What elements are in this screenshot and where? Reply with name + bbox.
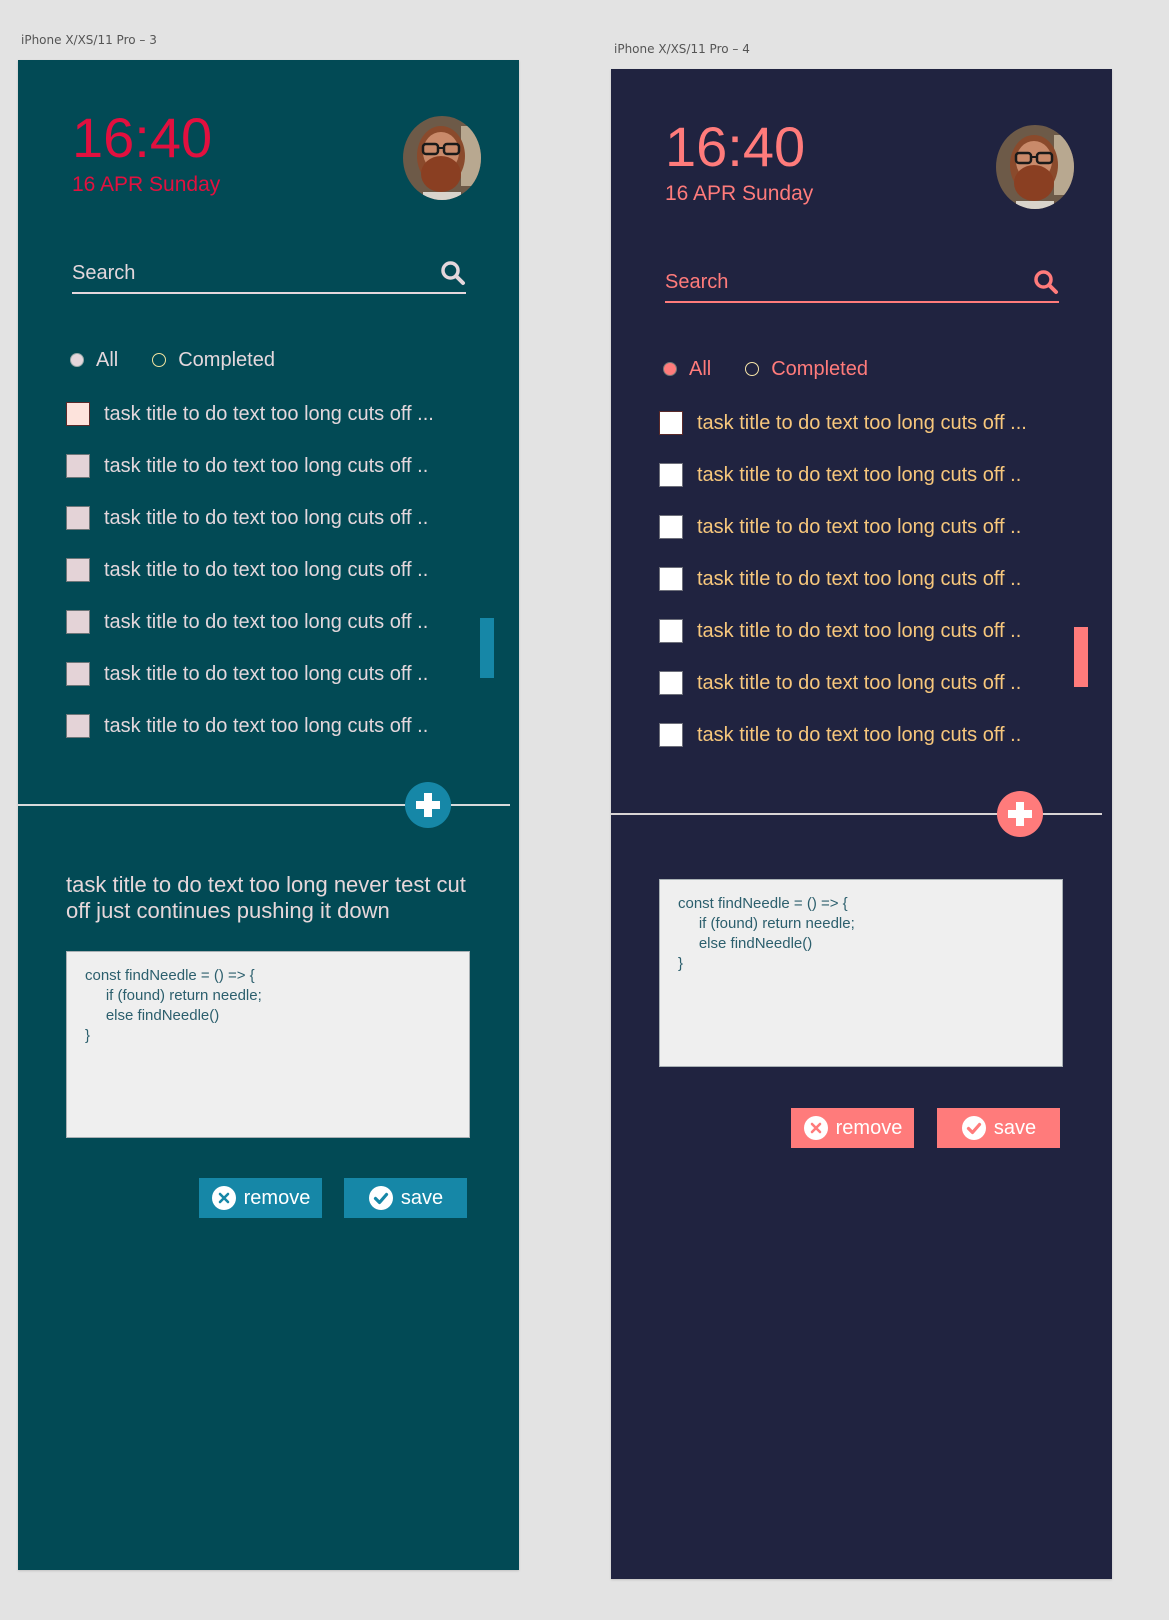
task-title: task title to do text too long cuts off …	[697, 567, 1022, 590]
avatar[interactable]	[403, 116, 481, 200]
task-checkbox[interactable]	[66, 714, 90, 738]
clock-time: 16:40	[665, 115, 806, 178]
filter-completed-label: Completed	[178, 348, 275, 371]
search-input[interactable]	[72, 254, 432, 292]
task-item[interactable]: task title to do text too long cuts off …	[66, 492, 476, 544]
task-title: task title to do text too long cuts off …	[104, 402, 434, 425]
filter-radio-group: All Completed	[70, 347, 309, 373]
task-checkbox[interactable]	[659, 463, 683, 487]
task-item[interactable]: task title to do text too long cuts off …	[659, 657, 1069, 709]
task-title: task title to do text too long cuts off …	[104, 558, 429, 581]
save-check-circle-icon	[368, 1186, 393, 1210]
add-task-button[interactable]	[997, 791, 1043, 837]
search-bar	[72, 254, 466, 294]
save-button[interactable]: save	[937, 1108, 1060, 1148]
task-item[interactable]: task title to do text too long cuts off …	[66, 596, 476, 648]
save-check-circle-icon	[961, 1116, 986, 1140]
avatar-photo-icon	[996, 125, 1074, 209]
filter-all-radio[interactable]: All	[70, 349, 118, 372]
task-title: task title to do text too long cuts off …	[697, 515, 1022, 538]
task-title: task title to do text too long cuts off …	[697, 671, 1022, 694]
task-list: task title to do text too long cuts off …	[659, 397, 1069, 761]
task-title: task title to do text too long cuts off …	[104, 662, 429, 685]
task-item[interactable]: task title to do text too long cuts off …	[66, 544, 476, 596]
task-item[interactable]: task title to do text too long cuts off …	[659, 605, 1069, 657]
task-title: task title to do text too long cuts off …	[697, 463, 1022, 486]
task-title: task title to do text too long cuts off …	[104, 610, 429, 633]
task-title: task title to do text too long cuts off …	[697, 723, 1022, 746]
task-checkbox[interactable]	[659, 411, 683, 435]
filter-radio-group: All Completed	[663, 356, 902, 382]
task-notes-textarea[interactable]: const findNeedle = () => { if (found) re…	[66, 951, 470, 1138]
avatar[interactable]	[996, 125, 1074, 209]
task-detail-title: task title to do text too long never tes…	[66, 872, 466, 923]
search-bar	[665, 263, 1059, 303]
task-checkbox[interactable]	[66, 558, 90, 582]
radio-selected-icon	[70, 353, 84, 367]
remove-button-label: remove	[243, 1186, 311, 1209]
save-button-label: save	[400, 1186, 444, 1209]
task-list-scrollbar[interactable]	[1074, 627, 1088, 687]
task-item[interactable]: task title to do text too long cuts off …	[659, 709, 1069, 761]
search-icon[interactable]	[1033, 269, 1059, 295]
clock-date: 16 APR Sunday	[72, 173, 221, 196]
task-item[interactable]: task title to do text too long cuts off …	[659, 501, 1069, 553]
task-title: task title to do text too long cuts off …	[104, 714, 429, 737]
plus-icon	[1008, 802, 1032, 826]
radio-selected-icon	[663, 362, 677, 376]
filter-completed-label: Completed	[771, 357, 868, 380]
task-checkbox[interactable]	[659, 567, 683, 591]
task-item[interactable]: task title to do text too long cuts off …	[66, 648, 476, 700]
clock-time: 16:40	[72, 106, 213, 169]
task-checkbox[interactable]	[66, 402, 90, 426]
search-underline	[72, 292, 466, 294]
radio-unselected-icon	[152, 353, 167, 367]
task-checkbox[interactable]	[66, 662, 90, 686]
filter-all-label: All	[96, 348, 119, 371]
task-checkbox[interactable]	[659, 723, 683, 747]
save-button-label: save	[993, 1116, 1037, 1139]
search-input[interactable]	[665, 263, 1025, 301]
task-title: task title to do text too long cuts off …	[104, 454, 429, 477]
radio-unselected-icon	[745, 362, 760, 376]
search-underline	[665, 301, 1059, 303]
task-list-scrollbar[interactable]	[480, 618, 494, 678]
filter-all-radio[interactable]: All	[663, 358, 711, 381]
task-checkbox[interactable]	[659, 515, 683, 539]
filter-completed-radio[interactable]: Completed	[745, 358, 868, 381]
task-title: task title to do text too long cuts off …	[697, 411, 1027, 434]
task-checkbox[interactable]	[66, 454, 90, 478]
task-list: task title to do text too long cuts off …	[66, 388, 476, 752]
task-notes-textarea[interactable]: const findNeedle = () => { if (found) re…	[659, 879, 1063, 1067]
task-title: task title to do text too long cuts off …	[697, 619, 1022, 642]
phone-screen-teal: 16:40 16 APR Sunday All Completed	[18, 60, 519, 1570]
plus-icon	[416, 793, 440, 817]
remove-x-circle-icon	[211, 1186, 236, 1210]
artboard-label: iPhone X/XS/11 Pro – 3	[21, 33, 157, 47]
remove-button[interactable]: remove	[791, 1108, 914, 1148]
search-icon[interactable]	[440, 260, 466, 286]
remove-button-label: remove	[835, 1116, 903, 1139]
avatar-photo-icon	[403, 116, 481, 200]
add-task-button[interactable]	[405, 782, 451, 828]
task-item[interactable]: task title to do text too long cuts off …	[659, 449, 1069, 501]
task-checkbox[interactable]	[66, 506, 90, 530]
task-item[interactable]: task title to do text too long cuts off …	[659, 397, 1069, 449]
phone-screen-navy: 16:40 16 APR Sunday All Completed	[611, 69, 1112, 1579]
filter-completed-radio[interactable]: Completed	[152, 349, 275, 372]
task-item[interactable]: task title to do text too long cuts off …	[66, 700, 476, 752]
task-checkbox[interactable]	[659, 619, 683, 643]
task-item[interactable]: task title to do text too long cuts off …	[659, 553, 1069, 605]
clock-date: 16 APR Sunday	[665, 182, 814, 205]
task-checkbox[interactable]	[66, 610, 90, 634]
remove-button[interactable]: remove	[199, 1178, 322, 1218]
save-button[interactable]: save	[344, 1178, 467, 1218]
filter-all-label: All	[689, 357, 712, 380]
task-checkbox[interactable]	[659, 671, 683, 695]
task-item[interactable]: task title to do text too long cuts off …	[66, 440, 476, 492]
task-title: task title to do text too long cuts off …	[104, 506, 429, 529]
task-item[interactable]: task title to do text too long cuts off …	[66, 388, 476, 440]
remove-x-circle-icon	[803, 1116, 828, 1140]
artboard-label: iPhone X/XS/11 Pro – 4	[614, 42, 750, 56]
